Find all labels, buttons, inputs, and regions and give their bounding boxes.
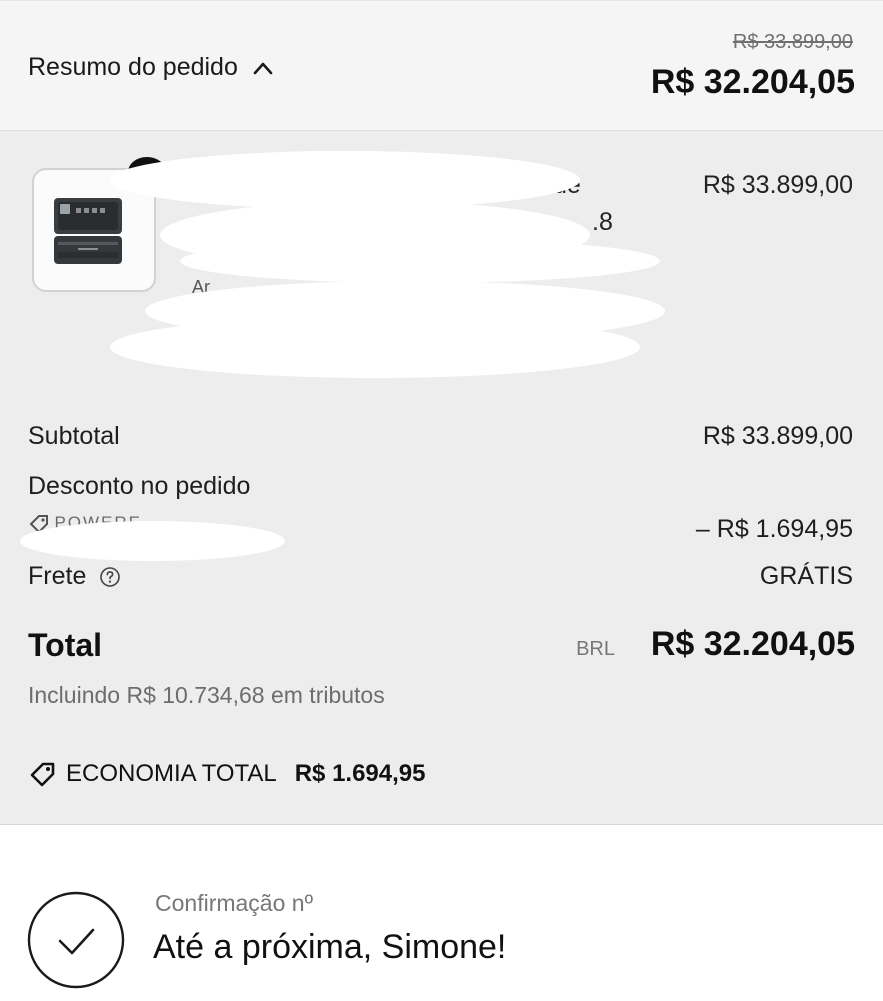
shipping-row: Frete — [28, 562, 121, 591]
check-circle-icon — [27, 891, 125, 989]
shipping-value: GRÁTIS — [759, 562, 853, 590]
redaction-mark — [110, 316, 640, 378]
total-label: Total — [28, 627, 103, 663]
order-summary-header[interactable]: Resumo do pedido R$ 33.899,00 R$ 32.204,… — [0, 0, 883, 131]
confirmation-number: Confirmação nº — [155, 890, 313, 916]
savings-value: R$ 1.694,95 — [294, 760, 426, 787]
total-value: R$ 32.204,05 — [650, 625, 855, 663]
header-total-price: R$ 32.204,05 — [650, 63, 855, 101]
chevron-up-icon — [253, 62, 273, 74]
tax-note: Incluindo R$ 10.734,68 em tributos — [28, 682, 385, 708]
original-price: R$ 33.899,00 — [732, 31, 853, 53]
help-circle-icon[interactable] — [99, 566, 121, 588]
product-variant-fragment: .8 — [592, 208, 613, 236]
subtotal-label: Subtotal — [28, 422, 120, 450]
discount-value: – R$ 1.694,95 — [695, 515, 853, 543]
subtotal-value: R$ 33.899,00 — [702, 422, 853, 450]
order-summary-toggle[interactable]: Resumo do pedido — [28, 53, 274, 82]
redaction-mark — [110, 151, 580, 209]
savings-label: ECONOMIA TOTAL — [66, 760, 277, 787]
tag-icon — [30, 762, 55, 787]
redaction-mark — [180, 239, 660, 283]
order-summary-label: Resumo do pedido — [28, 53, 238, 81]
order-details: de .8 Ar R$ 33.899,00 Subtotal R$ 33.899… — [0, 131, 883, 825]
shipping-label: Frete — [28, 562, 87, 590]
item-price: R$ 33.899,00 — [702, 171, 853, 199]
thank-you-heading: Até a próxima, Simone! — [153, 928, 507, 966]
redaction-mark — [20, 521, 285, 561]
total-savings: ECONOMIA TOTAL R$ 1.694,95 — [28, 759, 426, 789]
total-currency: BRL — [576, 638, 615, 660]
discount-label: Desconto no pedido — [28, 472, 251, 500]
